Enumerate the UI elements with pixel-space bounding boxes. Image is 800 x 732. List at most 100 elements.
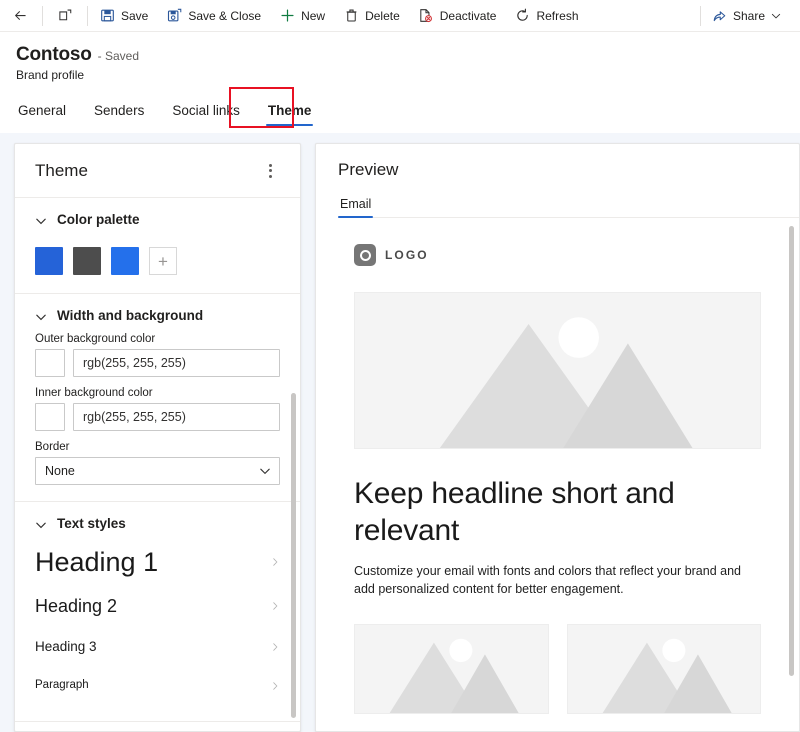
save-icon	[99, 8, 115, 24]
chevron-down-icon	[35, 310, 47, 322]
save-and-close-button-label: Save & Close	[188, 8, 262, 23]
color-palette-swatch-row: +	[15, 231, 300, 277]
chevron-right-icon	[271, 555, 280, 569]
refresh-button-label: Refresh	[536, 8, 579, 23]
deactivate-button[interactable]: Deactivate	[409, 0, 506, 32]
record-header: Contoso - Saved Brand profile General Se…	[0, 32, 800, 128]
preview-panel-scrollbar[interactable]	[789, 226, 794, 676]
email-logo-text: LOGO	[385, 248, 429, 262]
email-body-text: Customize your email with fonts and colo…	[354, 564, 741, 597]
more-vertical-icon	[268, 163, 272, 178]
share-group: Share	[703, 0, 800, 32]
section-text-styles-header[interactable]: Text styles	[15, 516, 300, 531]
outer-background-color-chip[interactable]	[35, 349, 65, 377]
inner-background-color-chip[interactable]	[35, 403, 65, 431]
inner-background-color-input[interactable]: rgb(255, 255, 255)	[73, 403, 280, 431]
chevron-down-icon	[35, 214, 47, 226]
tab-general-label: General	[18, 103, 67, 118]
email-hero-placeholder-image	[354, 292, 761, 449]
delete-button[interactable]: Delete	[334, 0, 409, 32]
record-title-row: Contoso - Saved	[16, 44, 784, 66]
tab-social-links[interactable]: Social links	[170, 103, 242, 126]
palette-swatch-1[interactable]	[35, 247, 63, 275]
preview-tab-email-label: Email	[340, 197, 372, 211]
tab-senders-label: Senders	[94, 103, 145, 118]
field-inner-background-color-label: Inner background color	[35, 387, 153, 399]
preview-tab-strip: Email	[338, 192, 799, 218]
field-border: Border None	[15, 441, 300, 485]
border-select[interactable]: None	[35, 457, 280, 485]
preview-body: LOGO Keep headline short and relevant Cu…	[316, 218, 799, 731]
refresh-icon	[514, 8, 530, 24]
section-text-styles: Text styles Heading 1 Heading 2 Heading …	[15, 502, 300, 722]
save-and-close-button[interactable]: Save & Close	[157, 0, 270, 32]
new-button-label: New	[301, 8, 326, 23]
text-style-row-heading-2[interactable]: Heading 2	[15, 585, 300, 627]
email-card-placeholder-image-1	[354, 624, 549, 715]
outer-background-color-input[interactable]: rgb(255, 255, 255)	[73, 349, 280, 377]
palette-swatch-2[interactable]	[73, 247, 101, 275]
email-headline: Keep headline short and relevant	[354, 477, 675, 547]
back-button[interactable]	[0, 0, 40, 32]
section-color-palette: Color palette +	[15, 198, 300, 294]
section-color-palette-title: Color palette	[57, 212, 140, 227]
section-text-styles-title: Text styles	[57, 516, 126, 531]
open-in-new-window-button[interactable]	[45, 0, 85, 32]
preview-panel: Preview Email LOGO Keep headline short a…	[315, 143, 800, 732]
theme-panel-scrollbar[interactable]	[291, 393, 296, 718]
theme-settings-scroll-area: Color palette + Width and background Out…	[15, 198, 300, 731]
text-style-row-paragraph[interactable]: Paragraph	[15, 667, 300, 705]
tab-theme[interactable]: Theme	[265, 103, 314, 126]
field-inner-background-color-row: rgb(255, 255, 255)	[35, 403, 280, 431]
trash-icon	[343, 8, 359, 24]
theme-panel: Theme Color palette + Width and backgrou…	[14, 143, 301, 732]
save-button[interactable]: Save	[90, 0, 157, 32]
workspace: Theme Color palette + Width and backgrou…	[0, 133, 800, 732]
section-color-palette-header[interactable]: Color palette	[15, 212, 300, 227]
chevron-down-icon	[259, 465, 271, 477]
field-border-label: Border	[35, 441, 70, 453]
email-logo-row: LOGO	[354, 244, 761, 266]
text-style-row-heading-3[interactable]: Heading 3	[15, 627, 300, 667]
share-button-label: Share	[732, 8, 765, 23]
save-status-label: - Saved	[97, 49, 139, 63]
section-width-and-background-title: Width and background	[57, 308, 204, 323]
toolbar-divider	[42, 5, 43, 26]
refresh-button[interactable]: Refresh	[505, 0, 587, 32]
field-outer-background-color-label: Outer background color	[35, 333, 156, 345]
new-button[interactable]: New	[270, 0, 334, 32]
chevron-down-icon	[35, 518, 47, 530]
share-icon	[712, 8, 728, 24]
email-card-placeholder-image-2	[566, 624, 761, 715]
text-style-heading-2-label: Heading 2	[35, 596, 118, 616]
deactivate-button-label: Deactivate	[439, 8, 497, 23]
palette-swatch-3[interactable]	[111, 247, 139, 275]
overflow-menu-button[interactable]	[256, 157, 284, 185]
preview-panel-header: Preview Email	[316, 144, 799, 218]
deactivate-icon	[418, 8, 434, 24]
tab-social-links-label: Social links	[172, 103, 240, 118]
text-style-paragraph-label: Paragraph	[35, 679, 89, 692]
delete-button-label: Delete	[365, 8, 400, 23]
mountain-placeholder-icon	[439, 317, 693, 448]
email-preview-canvas: LOGO Keep headline short and relevant Cu…	[316, 218, 799, 715]
mountain-placeholder-icon	[389, 639, 519, 714]
tab-senders[interactable]: Senders	[92, 103, 146, 126]
tab-general[interactable]: General	[16, 103, 68, 126]
plus-icon	[279, 8, 295, 24]
chevron-right-icon	[271, 640, 280, 654]
page-title: Contoso	[16, 44, 92, 65]
field-inner-background-color: Inner background color rgb(255, 255, 255…	[15, 387, 300, 431]
toolbar-divider	[87, 5, 88, 26]
email-card-row	[354, 624, 761, 715]
section-width-and-background-header[interactable]: Width and background	[15, 308, 300, 323]
text-style-row-heading-1[interactable]: Heading 1	[15, 539, 300, 585]
command-bar-actions: Save Save & Close New Delete Deactivate …	[90, 0, 588, 32]
field-outer-background-color-row: rgb(255, 255, 255)	[35, 349, 280, 377]
back-arrow-icon	[12, 8, 28, 24]
add-color-button[interactable]: +	[149, 247, 177, 275]
chevron-right-icon	[271, 679, 280, 693]
preview-tab-email[interactable]: Email	[338, 197, 374, 218]
share-button[interactable]: Share	[703, 0, 790, 32]
chevron-down-icon[interactable]	[770, 8, 781, 24]
